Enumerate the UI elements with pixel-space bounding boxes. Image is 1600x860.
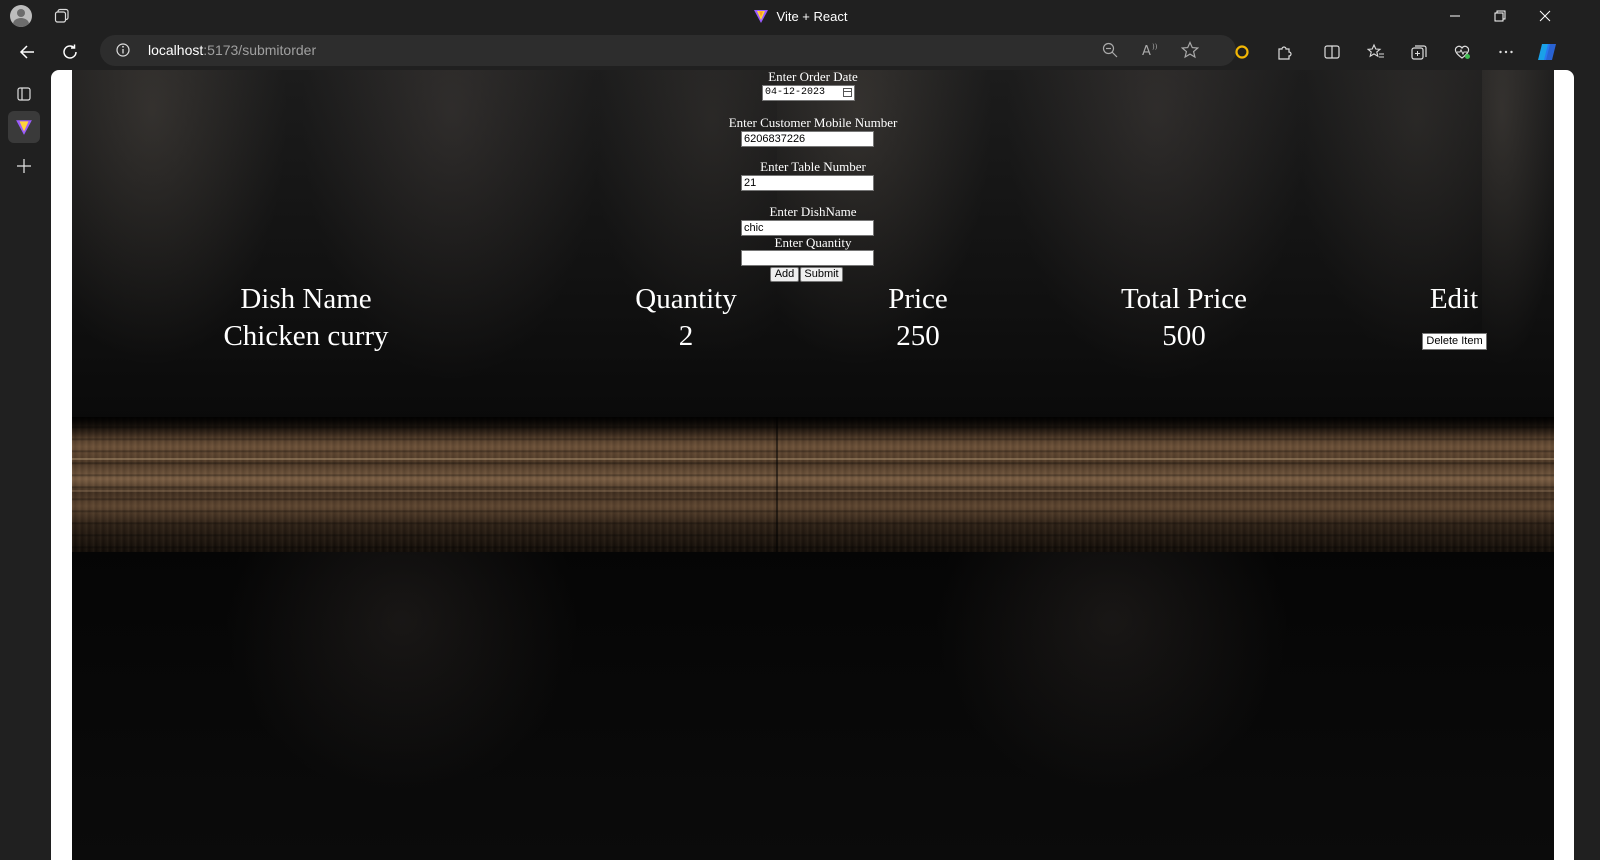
order-date-input[interactable]: 04-12-2023 [762, 85, 855, 101]
tab-actions-icon[interactable] [8, 78, 40, 110]
quantity-input[interactable] [741, 250, 874, 266]
close-window-button[interactable] [1522, 0, 1568, 32]
more-menu-icon[interactable] [1492, 38, 1520, 66]
copilot-icon[interactable] [1533, 38, 1561, 66]
svg-text:A: A [1142, 44, 1151, 58]
url-path: :5173/submitorder [203, 42, 317, 58]
cell-price: 250 [896, 320, 940, 352]
plank-seam [776, 417, 778, 552]
background-lower-glow [72, 540, 1554, 860]
address-bar[interactable]: localhost:5173/submitorder A)) [100, 35, 1236, 66]
calendar-icon[interactable] [843, 88, 852, 97]
header-dish-name: Dish Name [240, 283, 372, 315]
extension-ring-icon[interactable] [1228, 38, 1256, 66]
table-number-label: Enter Table Number [760, 159, 866, 174]
plank-grain-line [72, 458, 1554, 460]
header-quantity: Quantity [635, 283, 737, 315]
split-screen-icon[interactable] [1318, 38, 1346, 66]
plank-grain-line [72, 490, 1554, 492]
vite-tab-icon [16, 120, 32, 135]
dish-name-label: Enter DishName [769, 204, 857, 219]
header-edit: Edit [1429, 283, 1479, 315]
plank-shadow [72, 417, 1554, 439]
browser-essentials-icon[interactable] [1448, 38, 1476, 66]
url-host: localhost [148, 42, 204, 58]
restore-button[interactable] [1477, 0, 1523, 32]
zoom-out-icon[interactable] [1096, 36, 1124, 64]
cell-total-price: 500 [1162, 320, 1206, 352]
delete-item-button[interactable]: Delete Item [1422, 333, 1487, 350]
refresh-button[interactable] [56, 38, 84, 66]
window-title-text: Vite + React [776, 8, 848, 24]
browser-toolbar: localhost:5173/submitorder A)) [0, 32, 1600, 70]
extensions-icon[interactable] [1271, 38, 1299, 66]
header-price: Price [888, 283, 948, 315]
vertical-tabs-sidebar [0, 70, 50, 860]
mobile-number-input[interactable]: 6206837226 [741, 131, 874, 147]
read-aloud-icon[interactable]: A)) [1136, 36, 1164, 64]
tab-vite-react[interactable] [8, 111, 40, 143]
page-viewport: Enter Order Date 04-12-2023 Enter Custom… [51, 70, 1574, 860]
add-button[interactable]: Add [770, 267, 799, 282]
browser-title-bar: Vite + React [0, 0, 1600, 32]
window-title: Vite + React [0, 0, 1600, 32]
mobile-label: Enter Customer Mobile Number [728, 115, 898, 130]
favorites-icon[interactable] [1362, 38, 1390, 66]
order-date-label: Enter Order Date [768, 70, 858, 84]
url-text[interactable]: localhost:5173/submitorder [148, 35, 316, 66]
header-total-price: Total Price [1120, 283, 1248, 315]
site-info-icon[interactable] [116, 43, 130, 57]
submit-button[interactable]: Submit [800, 267, 843, 282]
back-button[interactable] [13, 38, 41, 66]
cell-quantity: 2 [678, 320, 694, 352]
order-page-background: Enter Order Date 04-12-2023 Enter Custom… [72, 70, 1554, 860]
favorite-star-icon[interactable] [1176, 36, 1204, 64]
dish-name-input[interactable]: chic [741, 220, 874, 236]
minimize-button[interactable] [1432, 0, 1478, 32]
quantity-label: Enter Quantity [774, 235, 852, 250]
svg-text:)): )) [1152, 43, 1158, 51]
new-tab-icon[interactable] [8, 150, 40, 182]
cell-dish-name: Chicken curry [223, 320, 389, 352]
vite-logo-icon [753, 8, 769, 24]
collections-icon[interactable] [1405, 38, 1433, 66]
table-number-input[interactable]: 21 [741, 175, 874, 191]
order-date-value: 04-12-2023 [765, 87, 826, 98]
